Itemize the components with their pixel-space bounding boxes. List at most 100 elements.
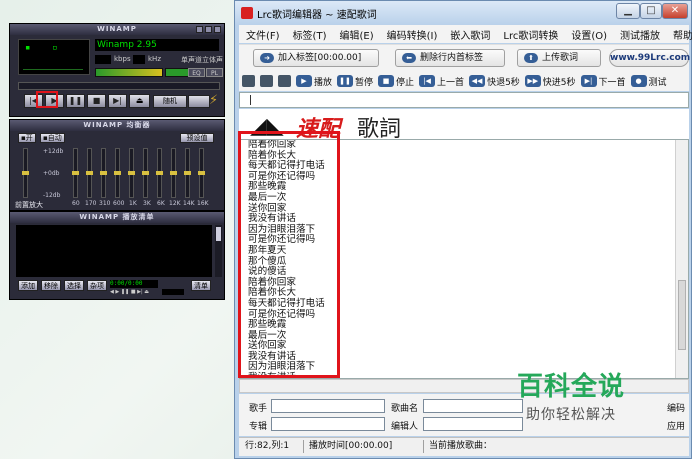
status-divider: [423, 440, 424, 453]
menu-help[interactable]: 帮助: [673, 27, 692, 42]
add-tag-button[interactable]: ➜ 加入标签[00:00.00]: [253, 49, 379, 67]
menu-settings[interactable]: 设置(O): [571, 27, 607, 42]
eq-band-slider[interactable]: [170, 148, 177, 198]
shade-icon[interactable]: [205, 26, 212, 33]
freq-label: 1K: [129, 200, 137, 207]
eq-toggle-button[interactable]: EQ: [188, 68, 205, 77]
pause-label: 暂停: [355, 77, 374, 88]
editor-input[interactable]: [423, 417, 523, 431]
eq-band-slider[interactable]: [142, 148, 149, 198]
shuffle-button[interactable]: 随机: [153, 95, 187, 108]
playlist-toggle-button[interactable]: PL: [206, 68, 223, 77]
song-input[interactable]: [423, 399, 523, 413]
freq-label: 170: [85, 200, 97, 207]
pause-button[interactable]: ❚❚ 暂停: [337, 73, 376, 89]
repeat-button[interactable]: [188, 95, 210, 108]
menu-edit[interactable]: 编辑(E): [339, 27, 373, 42]
eq-on-label: 开: [25, 134, 33, 142]
winamp-titlebar[interactable]: WINAMP: [10, 24, 224, 35]
menu-test-play[interactable]: 测试播放: [620, 27, 660, 42]
previous-button[interactable]: |◀ 上一首: [419, 73, 467, 89]
eq-band-slider[interactable]: [198, 148, 205, 198]
previous-icon: |◀: [419, 75, 436, 87]
preamp-slider[interactable]: [22, 148, 29, 198]
playlist-scrollbar[interactable]: [215, 225, 222, 277]
visualizer-icon[interactable]: [23, 60, 83, 72]
forward-button[interactable]: ▶▶ 快进5秒: [524, 73, 579, 89]
save-file-button[interactable]: [260, 73, 276, 89]
stop-button[interactable]: ■ 停止: [378, 73, 417, 89]
close-button[interactable]: ✕: [662, 3, 688, 19]
playlist-select-button[interactable]: 选择: [64, 280, 84, 291]
play-button[interactable]: ▶ 播放: [296, 73, 335, 89]
minimize-icon[interactable]: [196, 26, 203, 33]
eq-band-slider[interactable]: [114, 148, 121, 198]
remove-tag-button[interactable]: ⬅ 删除行内首标签: [395, 49, 505, 67]
scroll-thumb[interactable]: [216, 227, 221, 241]
stop-button[interactable]: ■: [87, 94, 106, 108]
close-icon[interactable]: [214, 26, 221, 33]
save-as-button[interactable]: [278, 73, 294, 89]
playlist-titlebar[interactable]: WINAMP 播放清单: [10, 212, 224, 223]
next-icon: ▶|: [580, 75, 597, 87]
seek-bar[interactable]: [18, 82, 220, 90]
encoding-button[interactable]: 编码: [667, 401, 685, 414]
maximize-button[interactable]: □: [640, 3, 662, 19]
db-low-label: -12db: [43, 192, 61, 199]
eq-band-slider[interactable]: [86, 148, 93, 198]
save-as-icon: [278, 75, 291, 87]
lrc-titlebar[interactable]: Lrc歌词编辑器 ~ 速配歌词 ▁ □ ✕: [235, 1, 691, 25]
singer-input[interactable]: [271, 399, 385, 413]
balance-slider[interactable]: [165, 68, 189, 77]
minimize-button[interactable]: ▁: [616, 3, 640, 19]
winamp-equalizer-window: WINAMP 均衡器 ▪开 ▪自动 预设值 +12db +0db -12db 前…: [9, 119, 225, 211]
menu-file[interactable]: 文件(F): [246, 27, 280, 42]
playlist-area[interactable]: [16, 225, 212, 277]
eq-auto-button[interactable]: ▪自动: [40, 133, 65, 143]
playlist-add-button[interactable]: 添加: [18, 280, 38, 291]
site-link-button[interactable]: www.99Lrc.com: [609, 49, 690, 67]
next-button[interactable]: ▶|: [108, 94, 127, 108]
stereo-label: 单声道立体声: [181, 56, 223, 64]
eq-band-slider[interactable]: [184, 148, 191, 198]
eq-titlebar[interactable]: WINAMP 均衡器: [10, 120, 224, 131]
watermark-title: 百科全说: [517, 372, 626, 402]
rewind-button[interactable]: ◀◀ 快退5秒: [469, 73, 523, 89]
test-button[interactable]: ● 测试: [630, 73, 670, 89]
position-ruler[interactable]: [239, 92, 689, 108]
playlist-misc-button[interactable]: 杂项: [87, 280, 107, 291]
lyrics-highlight-annotation: [238, 131, 340, 378]
preamp-label: 前置放大: [15, 201, 43, 209]
scroll-thumb[interactable]: [678, 280, 686, 350]
app-icon: [241, 7, 253, 19]
freq-label: 16K: [197, 200, 209, 207]
eq-band-slider[interactable]: [156, 148, 163, 198]
volume-slider[interactable]: [95, 68, 163, 77]
eq-band-slider[interactable]: [72, 148, 79, 198]
freq-label: 6K: [157, 200, 165, 207]
menu-encoding[interactable]: 编码转换(I): [387, 27, 438, 42]
pause-button[interactable]: ❚❚: [66, 94, 85, 108]
eject-button[interactable]: ⏏: [129, 94, 150, 108]
upload-lyrics-button[interactable]: ⬆ 上传歌词: [517, 49, 601, 67]
playlist-list-button[interactable]: 清单: [191, 280, 211, 291]
next-button[interactable]: ▶| 下一首: [580, 73, 629, 89]
eq-presets-button[interactable]: 预设值: [180, 133, 214, 143]
eq-on-button[interactable]: ▪开: [18, 133, 36, 143]
playlist-remove-button[interactable]: 移除: [41, 280, 61, 291]
playlist-mini-controls[interactable]: ◀ ▶ ❚❚ ■ ▶| ⏏: [110, 289, 158, 295]
status-divider: [303, 440, 304, 453]
open-file-button[interactable]: [242, 73, 258, 89]
editor-vertical-scrollbar[interactable]: [675, 140, 688, 378]
toolbar-playback: ▶ 播放 ❚❚ 暂停 ■ 停止 |◀ 上一首 ◀◀ 快退5秒 ▶▶ 快进5秒 ▶| 下一首 ●…: [239, 71, 689, 91]
eq-band-slider[interactable]: [128, 148, 135, 198]
menu-convert[interactable]: Lrc歌词转换: [503, 27, 558, 42]
eq-band-slider[interactable]: [100, 148, 107, 198]
album-input[interactable]: [271, 417, 385, 431]
apply-button[interactable]: 应用: [667, 419, 685, 432]
khz-label: kHz: [148, 55, 161, 63]
menu-embed[interactable]: 嵌入歌词: [450, 27, 490, 42]
winamp-logo-icon[interactable]: ⚡: [209, 93, 218, 108]
menu-tag[interactable]: 标签(T): [293, 27, 327, 42]
playlist-time-display: 0:00/0:00: [110, 280, 158, 288]
